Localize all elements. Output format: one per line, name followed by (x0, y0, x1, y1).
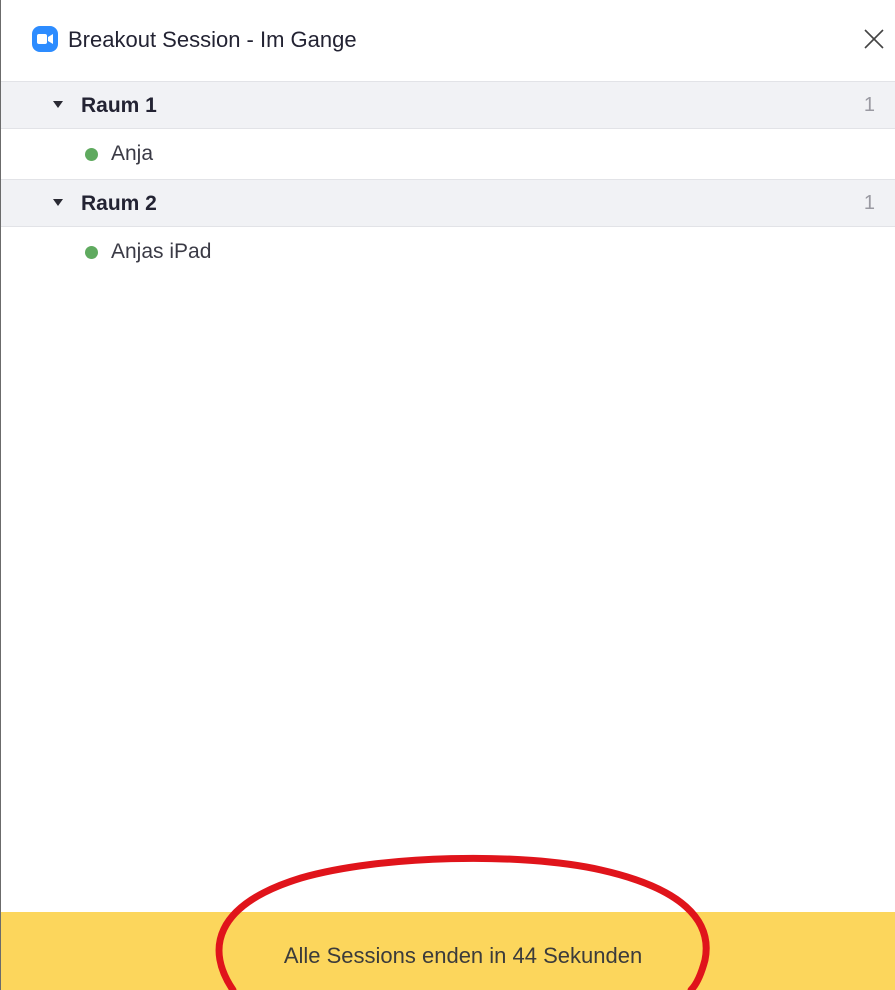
close-button[interactable] (859, 24, 889, 54)
zoom-video-icon (32, 26, 58, 52)
room-name: Raum 1 (81, 94, 157, 117)
participant-name: Anjas iPad (111, 240, 212, 263)
caret-down-icon[interactable] (53, 199, 63, 206)
participant-name: Anja (111, 142, 154, 165)
countdown-banner: Alle Sessions enden in 44 Sekunden (1, 912, 895, 990)
online-status-icon (85, 246, 98, 259)
room-name: Raum 2 (81, 192, 157, 215)
room-header-1[interactable]: Raum 1 1 (1, 81, 895, 129)
caret-down-icon[interactable] (53, 101, 63, 108)
title-bar: Breakout Session - Im Gange (1, 0, 895, 81)
room-participant-count: 1 (863, 94, 875, 116)
room-participant-count: 1 (863, 192, 875, 214)
close-icon (864, 29, 884, 49)
breakout-session-window: Breakout Session - Im Gange Raum 1 1 Anj… (0, 0, 895, 990)
participant-row[interactable]: Anjas iPad (1, 227, 895, 277)
room-header-2[interactable]: Raum 2 1 (1, 179, 895, 227)
countdown-message: Alle Sessions enden in 44 Sekunden (283, 943, 643, 968)
participant-row[interactable]: Anja (1, 129, 895, 179)
window-title: Breakout Session - Im Gange (68, 27, 357, 52)
breakout-room-list: Raum 1 1 Anja Raum 2 1 Anjas iPad (1, 81, 895, 277)
online-status-icon (85, 148, 98, 161)
